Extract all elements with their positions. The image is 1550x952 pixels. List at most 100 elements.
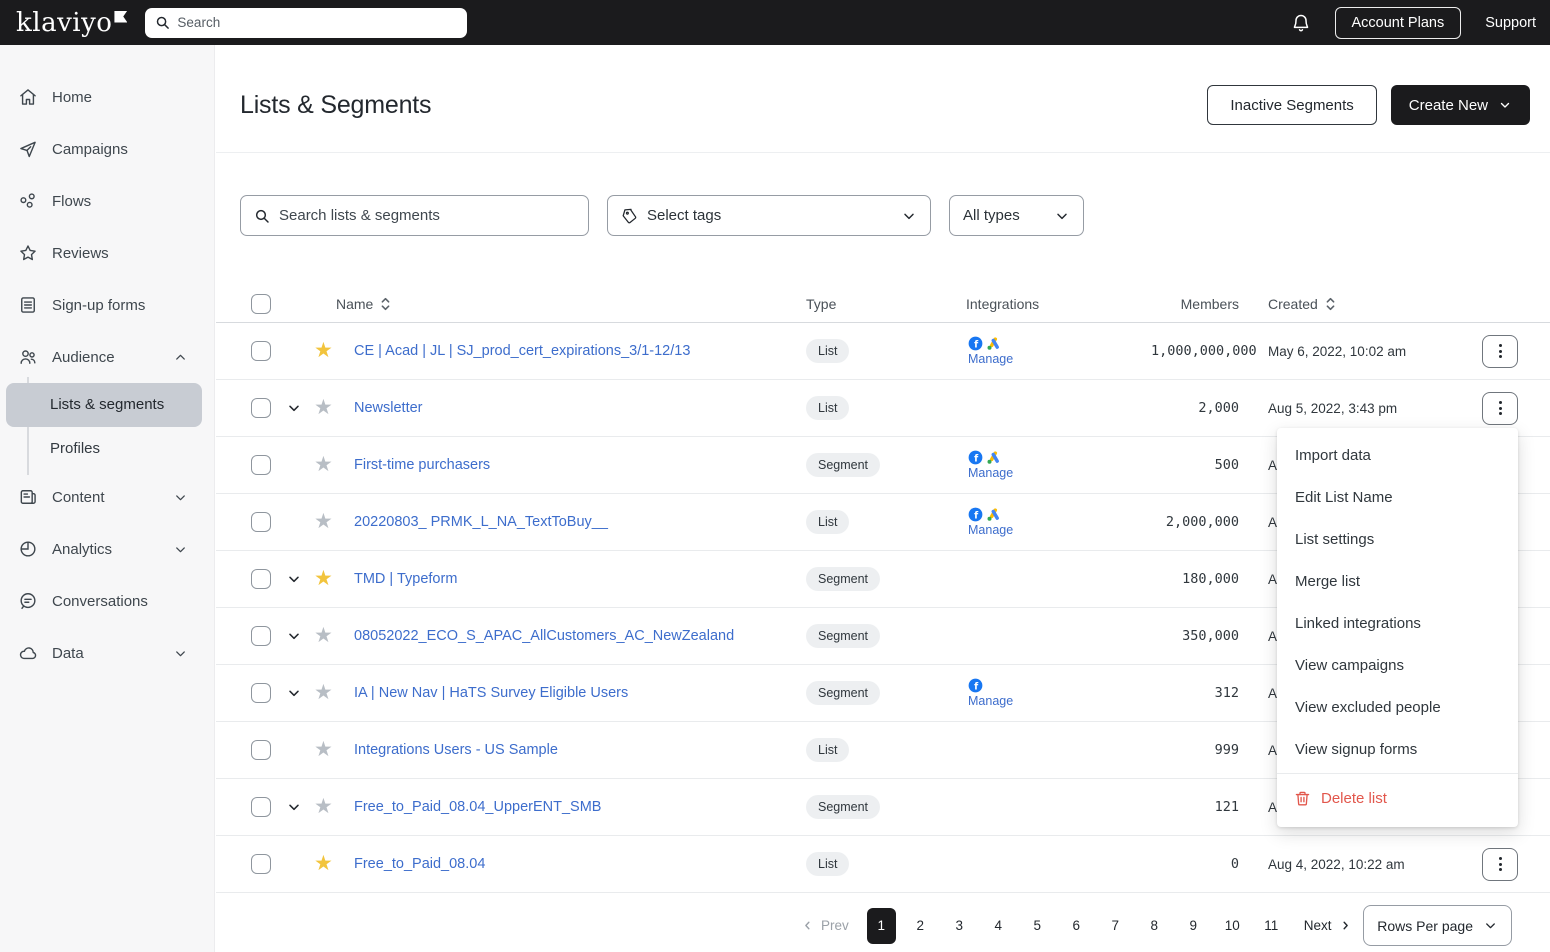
support-link[interactable]: Support <box>1485 15 1536 31</box>
sidebar-item-lists-segments[interactable]: Lists & segments <box>6 383 202 427</box>
favorite-star-icon-inactive[interactable]: ★ <box>314 510 333 533</box>
page-7[interactable]: 7 <box>1101 908 1130 944</box>
row-checkbox[interactable] <box>251 683 271 703</box>
page-8[interactable]: 8 <box>1140 908 1169 944</box>
list-name-link[interactable]: Integrations Users - US Sample <box>354 742 558 758</box>
favorite-star-icon[interactable]: ★ <box>314 339 333 362</box>
sidebar-item-flows[interactable]: Flows <box>0 175 214 227</box>
row-checkbox[interactable] <box>251 797 271 817</box>
row-checkbox[interactable] <box>251 626 271 646</box>
type-filter-dropdown[interactable]: All types <box>949 195 1084 236</box>
lists-search[interactable] <box>240 195 589 236</box>
sidebar-item-conversations[interactable]: Conversations <box>0 575 214 627</box>
row-expand-chevron-icon[interactable] <box>286 400 302 416</box>
page-2[interactable]: 2 <box>906 908 935 944</box>
page-10[interactable]: 10 <box>1218 908 1247 944</box>
page-5[interactable]: 5 <box>1023 908 1052 944</box>
lists-search-input[interactable] <box>279 207 575 224</box>
favorite-star-icon-inactive[interactable]: ★ <box>314 453 333 476</box>
chevron-down-icon <box>901 208 917 224</box>
inactive-segments-button[interactable]: Inactive Segments <box>1207 85 1376 125</box>
search-icon <box>254 208 270 224</box>
menu-item-linked-integrations[interactable]: Linked integrations <box>1277 603 1518 645</box>
list-name-link[interactable]: IA | New Nav | HaTS Survey Eligible User… <box>354 685 628 701</box>
sidebar-item-data[interactable]: Data <box>0 627 214 679</box>
facebook-icon: f <box>968 678 983 693</box>
row-expand-chevron-icon[interactable] <box>286 571 302 587</box>
favorite-star-icon[interactable]: ★ <box>314 567 333 590</box>
menu-item-list-settings[interactable]: List settings <box>1277 519 1518 561</box>
global-search-input[interactable] <box>177 15 457 30</box>
klaviyo-logo[interactable]: klaviyo <box>16 8 127 38</box>
column-header-created[interactable]: Created <box>1268 296 1318 312</box>
menu-item-edit-list-name[interactable]: Edit List Name <box>1277 477 1518 519</box>
sidebar-item-campaigns[interactable]: Campaigns <box>0 123 214 175</box>
page-9[interactable]: 9 <box>1179 908 1208 944</box>
row-checkbox[interactable] <box>251 740 271 760</box>
row-actions-kebab-button[interactable] <box>1482 335 1518 368</box>
list-name-link[interactable]: 20220803_ PRMK_L_NA_TextToBuy__ <box>354 514 608 530</box>
global-search[interactable] <box>145 8 467 38</box>
manage-integrations-link[interactable]: Manage <box>968 523 1013 537</box>
row-checkbox[interactable] <box>251 398 271 418</box>
list-name-link[interactable]: TMD | Typeform <box>354 571 457 587</box>
row-expand-chevron-icon[interactable] <box>286 628 302 644</box>
sidebar-item-analytics[interactable]: Analytics <box>0 523 214 575</box>
list-name-link[interactable]: CE | Acad | JL | SJ_prod_cert_expiration… <box>354 343 690 359</box>
favorite-star-icon-inactive[interactable]: ★ <box>314 681 333 704</box>
create-new-button[interactable]: Create New <box>1391 85 1530 125</box>
account-plans-button[interactable]: Account Plans <box>1335 7 1462 39</box>
manage-integrations-link[interactable]: Manage <box>968 352 1013 366</box>
sort-icon[interactable] <box>1325 296 1336 312</box>
select-all-checkbox[interactable] <box>251 294 271 314</box>
menu-item-view-signup-forms[interactable]: View signup forms <box>1277 729 1518 771</box>
sidebar-item-reviews[interactable]: Reviews <box>0 227 214 279</box>
list-name-link[interactable]: 08052022_ECO_S_APAC_AllCustomers_AC_NewZ… <box>354 628 734 644</box>
sidebar-item-signup-forms[interactable]: Sign-up forms <box>0 279 214 331</box>
type-badge: List <box>806 738 849 762</box>
favorite-star-icon-inactive[interactable]: ★ <box>314 624 333 647</box>
notifications-bell-icon[interactable] <box>1291 13 1311 33</box>
rows-per-page-dropdown[interactable]: Rows Per page <box>1363 905 1512 946</box>
select-tags-dropdown[interactable]: Select tags <box>607 195 931 236</box>
row-expand-chevron-icon[interactable] <box>286 685 302 701</box>
list-name-link[interactable]: First-time purchasers <box>354 457 490 473</box>
favorite-star-icon[interactable]: ★ <box>314 852 333 875</box>
page-4[interactable]: 4 <box>984 908 1013 944</box>
sort-icon[interactable] <box>380 296 391 312</box>
sidebar-item-profiles[interactable]: Profiles <box>6 427 202 471</box>
google-ads-icon <box>986 507 1001 522</box>
row-checkbox[interactable] <box>251 341 271 361</box>
page-1[interactable]: 1 <box>867 908 896 944</box>
row-checkbox[interactable] <box>251 512 271 532</box>
sidebar-item-audience[interactable]: Audience <box>0 331 214 383</box>
menu-item-view-campaigns[interactable]: View campaigns <box>1277 645 1518 687</box>
favorite-star-icon-inactive[interactable]: ★ <box>314 795 333 818</box>
row-checkbox[interactable] <box>251 854 271 874</box>
content-icon <box>18 487 38 507</box>
sidebar-item-content[interactable]: Content <box>0 471 214 523</box>
menu-item-delete-list[interactable]: Delete list <box>1277 776 1518 821</box>
page-6[interactable]: 6 <box>1062 908 1091 944</box>
list-name-link[interactable]: Newsletter <box>354 400 423 416</box>
list-name-link[interactable]: Free_to_Paid_08.04_UpperENT_SMB <box>354 799 601 815</box>
column-header-name[interactable]: Name <box>336 296 373 312</box>
manage-integrations-link[interactable]: Manage <box>968 694 1013 708</box>
list-name-link[interactable]: Free_to_Paid_08.04 <box>354 856 485 872</box>
page-11[interactable]: 11 <box>1257 908 1286 944</box>
row-expand-chevron-icon[interactable] <box>286 799 302 815</box>
row-checkbox[interactable] <box>251 569 271 589</box>
menu-item-merge-list[interactable]: Merge list <box>1277 561 1518 603</box>
menu-item-view-excluded-people[interactable]: View excluded people <box>1277 687 1518 729</box>
page-3[interactable]: 3 <box>945 908 974 944</box>
row-actions-kebab-button[interactable] <box>1482 392 1518 425</box>
menu-item-import-data[interactable]: Import data <box>1277 435 1518 477</box>
prev-page-button[interactable]: Prev <box>801 918 849 933</box>
manage-integrations-link[interactable]: Manage <box>968 466 1013 480</box>
row-actions-kebab-button[interactable] <box>1482 848 1518 881</box>
next-page-button[interactable]: Next <box>1304 918 1352 933</box>
row-checkbox[interactable] <box>251 455 271 475</box>
favorite-star-icon-inactive[interactable]: ★ <box>314 396 333 419</box>
favorite-star-icon-inactive[interactable]: ★ <box>314 738 333 761</box>
sidebar-item-home[interactable]: Home <box>0 71 214 123</box>
